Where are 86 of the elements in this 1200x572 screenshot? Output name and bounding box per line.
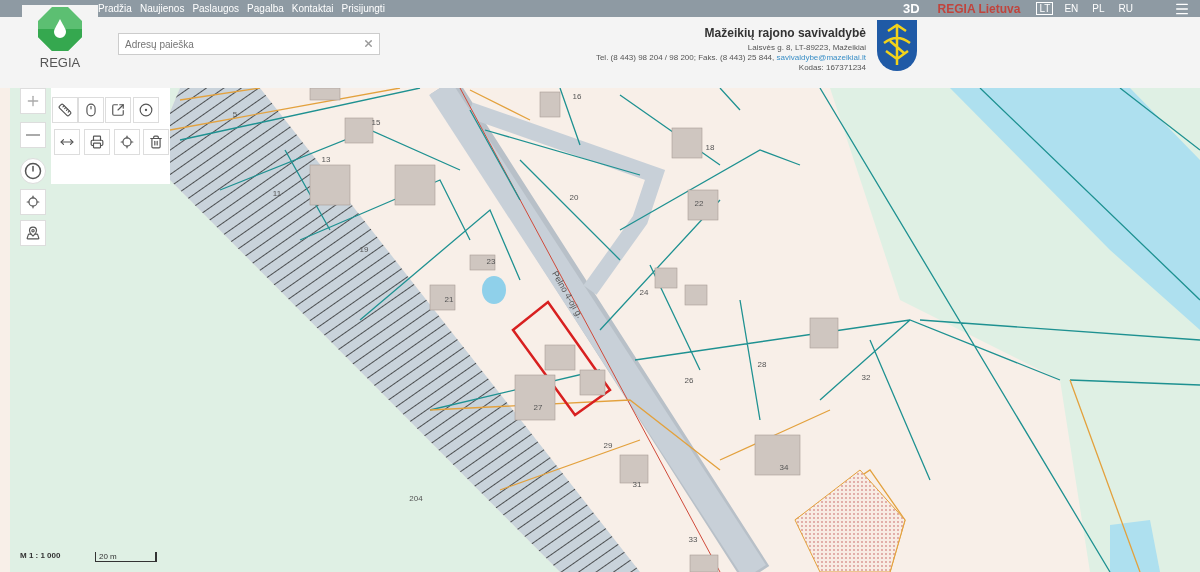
parcel-number: 20 — [569, 193, 579, 202]
locate-button[interactable] — [20, 189, 46, 215]
language-link[interactable]: EN — [1061, 2, 1082, 15]
scale-bar: 20 m — [95, 552, 157, 562]
logo-text: REGIA — [39, 55, 81, 70]
building — [654, 267, 678, 289]
building — [809, 317, 839, 349]
parcel-number: 32 — [861, 373, 871, 382]
delete-button[interactable] — [143, 129, 169, 155]
print-icon — [90, 135, 104, 149]
building — [671, 127, 703, 159]
building — [514, 374, 556, 421]
building — [344, 117, 374, 144]
ruler-button[interactable] — [52, 97, 78, 123]
language-link[interactable]: PL — [1089, 2, 1108, 15]
building — [469, 254, 496, 271]
parcel-number: 19 — [359, 245, 369, 254]
region-button[interactable] — [20, 220, 46, 246]
parcel-number: 13 — [321, 155, 331, 164]
brand-link[interactable]: REGIA Lietuva — [937, 1, 1021, 16]
building — [309, 88, 341, 101]
nav-link[interactable]: Pradžia — [98, 3, 132, 14]
nav-link[interactable]: Naujienos — [139, 3, 185, 14]
export-icon — [111, 103, 125, 117]
parcel-number: 33 — [688, 535, 698, 544]
dot-icon — [139, 103, 153, 117]
parcel-number: 24 — [639, 288, 649, 297]
parcel-number: 31 — [632, 480, 642, 489]
crosshair-icon — [26, 195, 40, 209]
language-link[interactable]: RU — [1115, 2, 1136, 15]
target-button[interactable] — [114, 129, 140, 155]
map-icon — [26, 226, 40, 240]
nav-link[interactable]: Kontaktai — [291, 3, 334, 14]
parcel-number: 21 — [444, 295, 454, 304]
print-button[interactable] — [84, 129, 110, 155]
building — [579, 369, 606, 396]
scale-text: M 1 : 1 000 — [20, 551, 61, 560]
building — [684, 284, 708, 306]
email-link[interactable]: savivaldybe@mazeikiai.lt — [776, 53, 866, 62]
building — [429, 284, 456, 311]
parcel-number: 5 — [232, 110, 238, 119]
nav-link[interactable]: Paslaugos — [192, 3, 240, 14]
point-button[interactable] — [133, 97, 159, 123]
distance-button[interactable] — [54, 129, 80, 155]
language-link[interactable]: LT — [1036, 2, 1054, 15]
address-text: Laisvės g. 8, LT-89223, Mažeikiai — [747, 43, 866, 53]
building — [754, 434, 801, 476]
parcel-number: 26 — [684, 376, 694, 385]
search-field[interactable]: Adresų paieška — [118, 33, 380, 55]
building — [539, 91, 561, 118]
building — [544, 344, 576, 371]
building — [687, 189, 719, 221]
parcel-number: 18 — [705, 143, 715, 152]
water — [1110, 520, 1160, 572]
code-text: Kodas: 167371234 — [798, 63, 866, 73]
plus-icon — [25, 93, 41, 109]
building — [619, 454, 649, 484]
clear-icon[interactable] — [363, 38, 374, 49]
parcel-number: 34 — [779, 463, 789, 472]
compass-icon — [24, 162, 42, 180]
parcel-number: 16 — [572, 92, 582, 101]
mouse-icon — [84, 103, 98, 117]
parcel-number: 29 — [603, 441, 613, 450]
parcel-number: 23 — [486, 257, 496, 266]
building — [309, 164, 351, 206]
3d-button[interactable]: 3D — [902, 1, 920, 16]
contact-text: Tel. (8 443) 98 204 / 98 200; Faks. (8 443) 25 844, savivaldybe@mazeikiai.lt — [595, 53, 866, 63]
trash-icon — [149, 135, 163, 149]
parcel-number: 27 — [533, 403, 543, 412]
municipality-name: Mažeikių rajono savivaldybė — [704, 26, 866, 40]
parcel-number: 15 — [371, 118, 381, 127]
building — [394, 164, 436, 206]
pond — [482, 276, 506, 304]
ruler-icon — [58, 103, 72, 117]
nav-link[interactable]: Prisijungti — [341, 3, 385, 14]
building — [689, 554, 719, 572]
mouse-button[interactable] — [78, 97, 104, 123]
coat-of-arms-icon — [876, 19, 918, 73]
zoom-out-button[interactable] — [20, 122, 46, 148]
minus-icon — [26, 134, 40, 136]
export-button[interactable] — [105, 97, 131, 123]
parcel-number: 28 — [757, 360, 767, 369]
crosshair-icon — [120, 135, 134, 149]
parcel-number: 22 — [694, 199, 704, 208]
nav-link[interactable]: Pagalba — [247, 3, 284, 14]
parcel-number: 204 — [409, 494, 423, 503]
